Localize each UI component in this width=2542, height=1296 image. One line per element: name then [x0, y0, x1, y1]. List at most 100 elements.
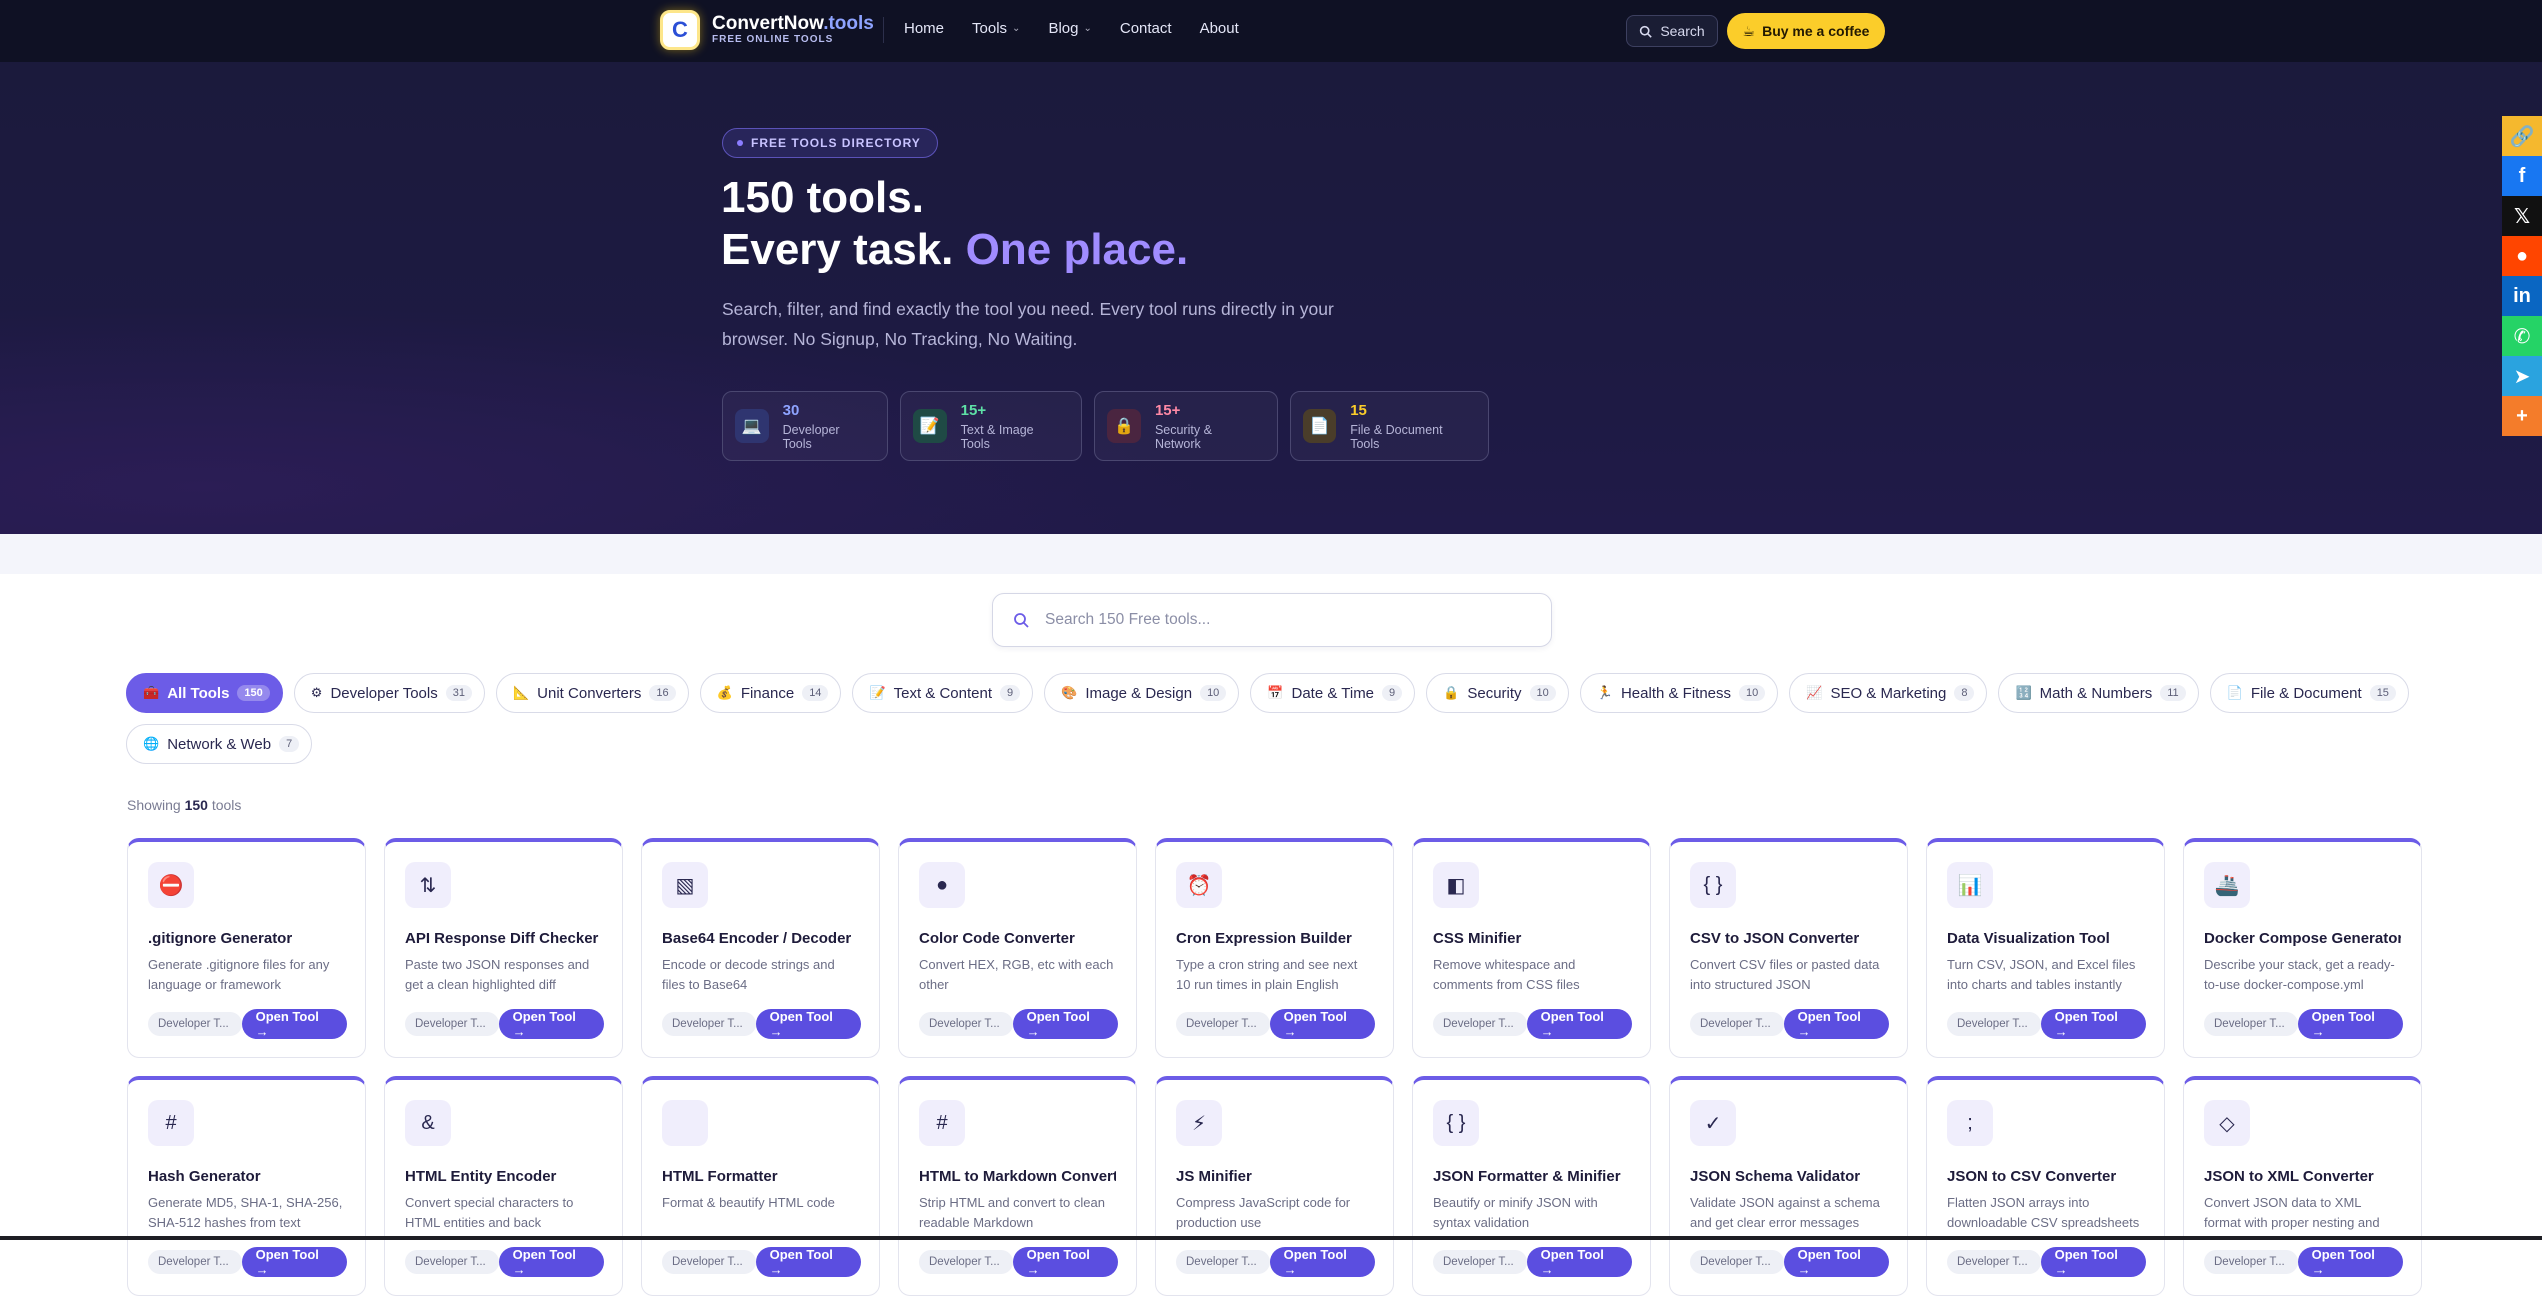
- open-tool-button[interactable]: Open Tool →: [1783, 1009, 1889, 1039]
- open-tool-button[interactable]: Open Tool →: [241, 1247, 347, 1277]
- tool-title: API Response Diff Checker: [405, 930, 599, 947]
- filter-chip[interactable]: 🎨 Image & Design 10: [1044, 673, 1240, 713]
- nav-link-tools[interactable]: Tools ⌄: [972, 20, 1020, 37]
- open-tool-button[interactable]: Open Tool →: [2297, 1009, 2403, 1039]
- open-tool-button[interactable]: Open Tool →: [755, 1247, 861, 1277]
- tool-card[interactable]: ◧ CSS Minifier Remove whitespace and comme…: [1412, 838, 1651, 1058]
- buy-me-a-coffee-button[interactable]: ☕ Buy me a coffee: [1727, 13, 1885, 49]
- tool-card[interactable]: 🚢 Docker Compose Generator Describe your s…: [2183, 838, 2422, 1058]
- filter-chip[interactable]: 🔢 Math & Numbers 11: [1998, 673, 2199, 713]
- open-tool-button[interactable]: Open Tool →: [1526, 1009, 1632, 1039]
- nav-divider: [883, 17, 884, 43]
- filter-chip[interactable]: 🔒 Security 10: [1426, 673, 1569, 713]
- open-tool-button[interactable]: Open Tool →: [1269, 1247, 1375, 1277]
- reddit-icon[interactable]: ●: [2502, 236, 2542, 276]
- logo-icon: C: [660, 10, 700, 50]
- tool-card[interactable]: ● Color Code Converter Convert HEX, RGB, e…: [898, 838, 1137, 1058]
- open-tool-button[interactable]: Open Tool →: [755, 1009, 861, 1039]
- tool-card[interactable]: & HTML Entity Encoder Convert special char…: [384, 1076, 623, 1296]
- nav-link-label: Home: [904, 20, 945, 37]
- nav-link-blog[interactable]: Blog ⌄: [1048, 20, 1091, 37]
- open-tool-button[interactable]: Open Tool →: [2040, 1009, 2146, 1039]
- open-tool-button[interactable]: Open Tool →: [1269, 1009, 1375, 1039]
- open-tool-button[interactable]: Open Tool →: [241, 1009, 347, 1039]
- open-tool-button[interactable]: Open Tool →: [2040, 1247, 2146, 1277]
- tool-card[interactable]: HTML Formatter Format & beautify HTML cod…: [641, 1076, 880, 1296]
- tool-icon: ;: [1947, 1100, 1993, 1146]
- tool-card[interactable]: ▧ Base64 Encoder / Decoder Encode or decod…: [641, 838, 880, 1058]
- tool-description: Type a cron string and see next 10 run t…: [1176, 957, 1358, 992]
- telegram-icon[interactable]: ➤: [2502, 356, 2542, 396]
- link-icon[interactable]: 🔗: [2502, 116, 2542, 156]
- filter-label: Network & Web: [167, 735, 272, 753]
- tool-card-footer: Developer T... Open Tool →: [1176, 1247, 1375, 1277]
- filter-count-badge: 11: [2160, 685, 2186, 701]
- brand-tagline: FREE ONLINE TOOLS: [712, 34, 834, 45]
- tool-search-box[interactable]: [992, 593, 1552, 647]
- open-tool-button[interactable]: Open Tool →: [498, 1009, 604, 1039]
- filter-chip[interactable]: 📄 File & Document 15: [2209, 673, 2409, 713]
- open-tool-button[interactable]: Open Tool →: [1012, 1009, 1118, 1039]
- brand-logo-link[interactable]: C ConvertNow.tools FREE ONLINE TOOLS: [660, 10, 874, 50]
- tool-card[interactable]: ⚡ JS Minifier Compress JavaScript code for…: [1155, 1076, 1394, 1296]
- tool-card[interactable]: ◇ JSON to XML Converter Convert JSON data …: [2183, 1076, 2422, 1296]
- tool-title: JSON to CSV Converter: [1947, 1168, 2117, 1185]
- open-tool-button[interactable]: Open Tool →: [1012, 1247, 1118, 1277]
- tool-card[interactable]: ⏰ Cron Expression Builder Type a cron stri…: [1155, 838, 1394, 1058]
- filter-chip[interactable]: 📝 Text & Content 9: [852, 673, 1034, 713]
- filter-label: Image & Design: [1085, 684, 1193, 702]
- tool-card[interactable]: ; JSON to CSV Converter Flatten JSON array…: [1926, 1076, 2165, 1296]
- tool-title: JSON Schema Validator: [1690, 1168, 1861, 1185]
- tool-card[interactable]: ⛔ .gitignore Generator Generate .gitignore…: [127, 838, 366, 1058]
- tool-card[interactable]: # Hash Generator Generate MD5, SHA-1, SHA-…: [127, 1076, 366, 1296]
- nav-link-label: Blog: [1048, 20, 1079, 37]
- tool-icon: 🚢: [2204, 862, 2250, 908]
- stat-icon: 💻: [735, 409, 769, 443]
- tool-title: .gitignore Generator: [148, 930, 293, 947]
- tool-card[interactable]: ✓ JSON Schema Validator Validate JSON agai…: [1669, 1076, 1908, 1296]
- open-tool-button[interactable]: Open Tool →: [2297, 1247, 2403, 1277]
- x-icon[interactable]: 𝕏: [2502, 196, 2542, 236]
- tool-title: JSON to XML Converter: [2204, 1168, 2374, 1185]
- hero-badge: FREE TOOLS DIRECTORY: [722, 128, 938, 158]
- stat-number: 15: [1350, 401, 1367, 419]
- filter-chip[interactable]: 💰 Finance 14: [699, 673, 842, 713]
- filter-chip[interactable]: 🏃 Health & Fitness 10: [1579, 673, 1779, 713]
- search-button[interactable]: Search: [1626, 15, 1718, 47]
- filter-chip[interactable]: 🧰 All Tools 150: [126, 673, 283, 713]
- tool-card[interactable]: ⇅ API Response Diff Checker Paste two JSON…: [384, 838, 623, 1058]
- open-tool-button[interactable]: Open Tool →: [1526, 1247, 1632, 1277]
- tool-card-footer: Developer T... Open Tool →: [919, 1247, 1118, 1277]
- section-divider: [0, 534, 2542, 574]
- tool-card[interactable]: { } CSV to JSON Converter Convert CSV file…: [1669, 838, 1908, 1058]
- filter-chip[interactable]: 📅 Date & Time 9: [1250, 673, 1416, 713]
- open-tool-button[interactable]: Open Tool →: [498, 1247, 604, 1277]
- tool-description: Generate .gitignore files for any langua…: [148, 957, 330, 992]
- filter-label: SEO & Marketing: [1830, 684, 1947, 702]
- category-tag: Developer T...: [1947, 1250, 2041, 1274]
- tool-icon: ●: [919, 862, 965, 908]
- share-sidebar: 🔗 f 𝕏 ● in ✆ ➤ +: [2502, 116, 2542, 436]
- tool-search-input[interactable]: [1045, 611, 1525, 629]
- filter-chip[interactable]: 📈 SEO & Marketing 8: [1789, 673, 1988, 713]
- chevron-down-icon: ⌄: [1083, 23, 1092, 34]
- filter-chip[interactable]: 📐 Unit Converters 16: [495, 673, 689, 713]
- more-icon[interactable]: +: [2502, 396, 2542, 436]
- tool-icon: #: [919, 1100, 965, 1146]
- category-tag: Developer T...: [405, 1250, 499, 1274]
- whatsapp-icon[interactable]: ✆: [2502, 316, 2542, 356]
- nav-link-about[interactable]: About: [1200, 20, 1239, 37]
- linkedin-icon[interactable]: in: [2502, 276, 2542, 316]
- tool-card[interactable]: { } JSON Formatter & Minifier Beautify or …: [1412, 1076, 1651, 1296]
- tool-card[interactable]: # HTML to Markdown Converter Strip HTML an…: [898, 1076, 1137, 1296]
- filter-chip[interactable]: ⚙ Developer Tools 31: [293, 673, 485, 713]
- facebook-icon[interactable]: f: [2502, 156, 2542, 196]
- category-tag: Developer T...: [919, 1250, 1013, 1274]
- open-tool-button[interactable]: Open Tool →: [1783, 1247, 1889, 1277]
- nav-link-contact[interactable]: Contact: [1120, 20, 1172, 37]
- filter-count-badge: 9: [1382, 685, 1403, 701]
- tool-title: HTML to Markdown Converter: [919, 1168, 1116, 1185]
- nav-link-home[interactable]: Home: [904, 20, 944, 37]
- filter-chip[interactable]: 🌐 Network & Web 7: [126, 724, 313, 764]
- tool-card[interactable]: 📊 Data Visualization Tool Turn CSV, JSON, …: [1926, 838, 2165, 1058]
